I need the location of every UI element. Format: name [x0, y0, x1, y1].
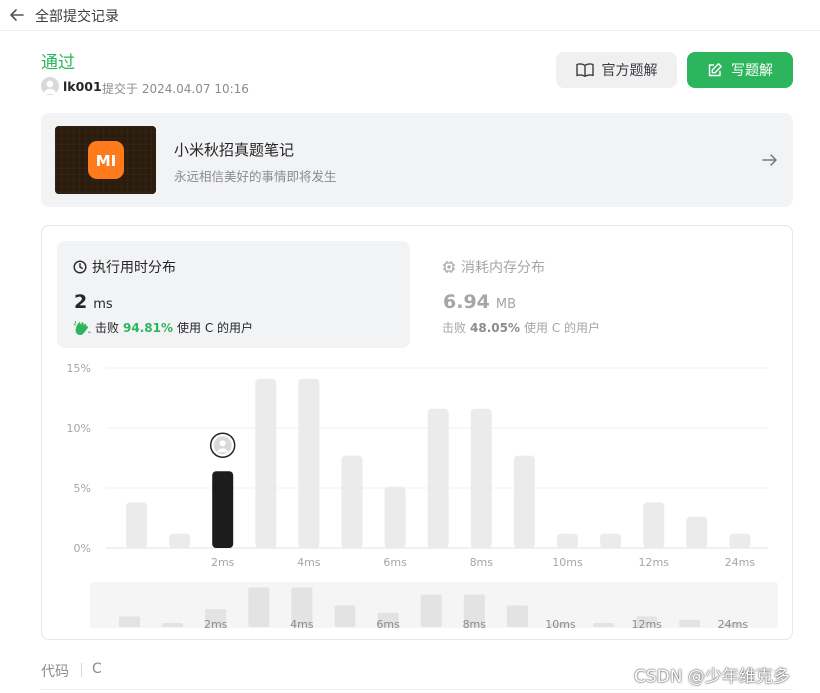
runtime-title: 执行用时分布 [92, 260, 176, 276]
clap-icon [73, 320, 91, 335]
bar [513, 455, 535, 548]
y-tick-label: 15% [67, 362, 91, 375]
bar [729, 533, 751, 548]
bar [384, 486, 406, 548]
submitted-time: 提交于 2024.04.07 10:16 [102, 82, 249, 96]
promo-thumbnail: MI [55, 126, 156, 194]
bar [600, 533, 622, 548]
promo-subtitle: 永远相信美好的事情即将发生 [174, 169, 337, 184]
performance-panel: 执行用时分布 2 ms 击败 94.81% 使用 C 的用户 消耗内存分布 6.9… [41, 225, 793, 640]
promo-card[interactable]: MI 小米秋招真题笔记 永远相信美好的事情即将发生 [41, 113, 793, 207]
back-to-submissions-link[interactable]: 全部提交记录 [35, 6, 119, 26]
write-solution-button[interactable]: 写题解 [687, 52, 793, 88]
runtime-card[interactable]: 执行用时分布 2 ms 击败 94.81% 使用 C 的用户 [57, 241, 410, 348]
runtime-beat-prefix: 击败 [95, 321, 120, 335]
promo-title: 小米秋招真题笔记 [174, 141, 295, 159]
runtime-beat-percent: 94.81% [123, 320, 173, 335]
mini-bar [162, 623, 184, 627]
user-avatar-icon [43, 80, 57, 94]
divider [41, 689, 793, 690]
avatar-head [219, 440, 226, 447]
x-tick-label: 6ms [383, 556, 407, 569]
runtime-unit: ms [93, 297, 113, 312]
mini-x-tick-label: 4ms [290, 618, 314, 631]
bar [643, 502, 665, 548]
x-tick-label: 24ms [725, 556, 756, 569]
divider [81, 663, 82, 677]
mini-x-tick-label: 24ms [718, 618, 749, 631]
mini-bar [679, 619, 701, 627]
mini-x-tick-label: 10ms [545, 618, 576, 631]
book-icon [575, 63, 594, 77]
code-language: C [92, 661, 102, 677]
y-tick-label: 0% [74, 542, 91, 555]
bar [169, 533, 191, 548]
xiaomi-logo: MI [96, 152, 117, 170]
avatar[interactable] [41, 77, 59, 95]
submission-status: 通过 [41, 53, 75, 73]
y-tick-label: 5% [74, 482, 91, 495]
memory-beat-prefix: 击败 [442, 321, 467, 335]
edit-icon [708, 63, 722, 77]
write-solution-label: 写题解 [731, 62, 773, 78]
x-tick-label: 2ms [211, 556, 235, 569]
bar [126, 502, 147, 548]
mini-bar [506, 605, 528, 627]
bar [470, 408, 492, 548]
memory-beat-suffix: 使用 C 的用户 [524, 321, 601, 335]
x-tick-label: 10ms [552, 556, 583, 569]
bar [341, 455, 363, 548]
mini-x-tick-label: 12ms [631, 618, 662, 631]
bar [557, 533, 578, 548]
watermark: CSDN @少年维克多 [634, 667, 790, 687]
y-tick-label: 10% [67, 422, 91, 435]
x-tick-label: 8ms [470, 556, 494, 569]
runtime-value: 2 [74, 291, 88, 313]
username[interactable]: lk001 [63, 79, 102, 94]
x-tick-label: 4ms [297, 556, 321, 569]
arrow-right-icon [762, 154, 777, 166]
mini-bar [420, 594, 442, 627]
mini-x-tick-label: 8ms [463, 618, 487, 631]
bar-highlighted [212, 471, 234, 548]
memory-card[interactable]: 消耗内存分布 6.94 MB 击败 48.05% 使用 C 的用户 [426, 241, 779, 348]
mini-bar [334, 605, 356, 627]
memory-unit: MB [495, 297, 517, 312]
bar [427, 408, 449, 548]
top-bar: 全部提交记录 [0, 0, 820, 31]
bar [686, 516, 708, 548]
runtime-beat-suffix: 使用 C 的用户 [177, 321, 254, 335]
bar [298, 378, 320, 548]
mini-x-tick-label: 6ms [376, 618, 400, 631]
mini-x-tick-label: 2ms [204, 618, 228, 631]
official-solution-button[interactable]: 官方题解 [556, 52, 677, 88]
memory-beat-percent: 48.05% [470, 320, 520, 335]
bar [255, 378, 277, 548]
memory-value: 6.94 [443, 291, 490, 313]
official-solution-label: 官方题解 [601, 62, 658, 78]
back-arrow-icon[interactable] [8, 6, 26, 24]
clock-icon [73, 260, 87, 274]
mini-bar [119, 616, 140, 627]
runtime-distribution-chart[interactable]: 0% 5% 10% 15% 2ms 4ms 6ms 8ms 10ms 12ms 24ms 2ms 4… [42, 356, 792, 636]
x-tick-label: 12ms [638, 556, 669, 569]
chip-icon [443, 261, 455, 273]
mini-bar [248, 587, 270, 627]
memory-title: 消耗内存分布 [461, 260, 545, 276]
code-label: 代码 [41, 664, 69, 680]
mini-bar [593, 623, 615, 627]
